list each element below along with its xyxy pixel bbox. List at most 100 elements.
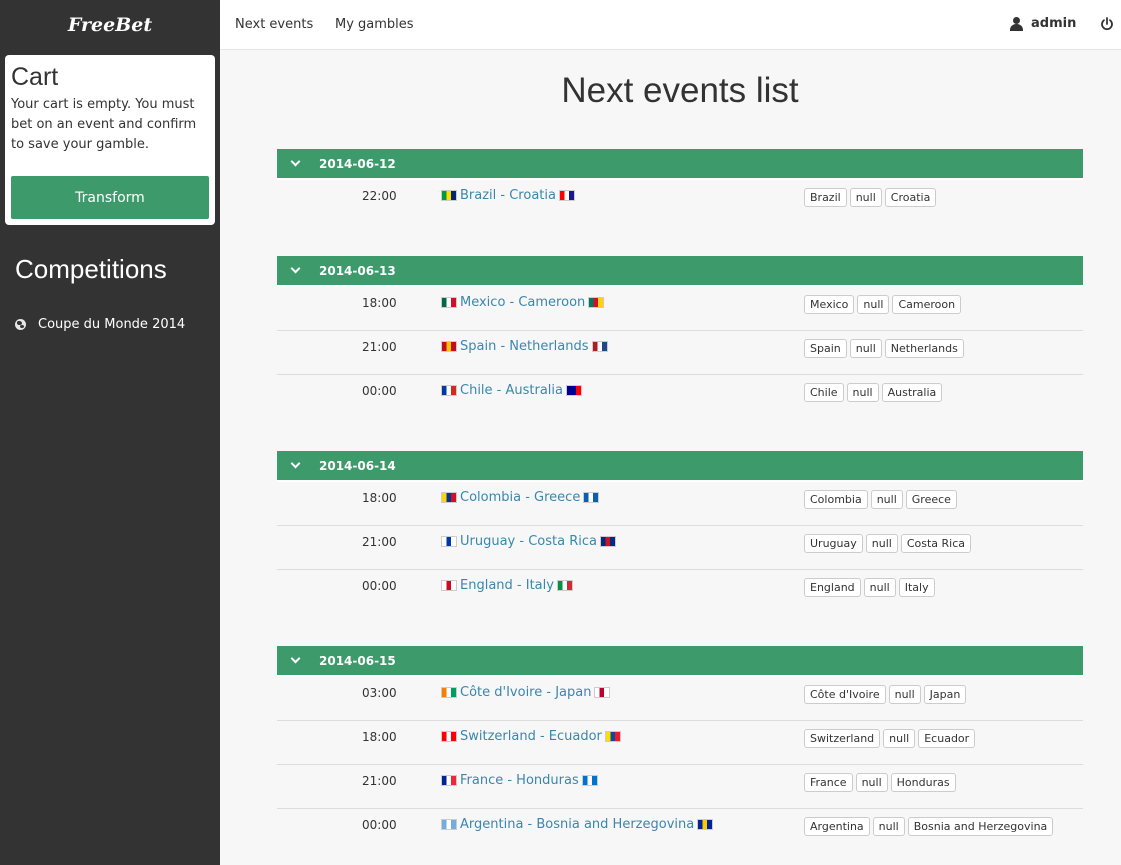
- day-header[interactable]: 2014-06-13: [277, 256, 1083, 287]
- day-header[interactable]: 2014-06-14: [277, 451, 1083, 482]
- event-match: Côte d'Ivoire - Japan: [441, 685, 611, 700]
- bet-button[interactable]: Netherlands: [884, 339, 964, 358]
- nav-my-gambles[interactable]: My gambles: [335, 17, 414, 32]
- bet-button[interactable]: null: [872, 817, 905, 836]
- match-link[interactable]: Switzerland - Ecuador: [460, 729, 602, 744]
- event-row: 22:00 Brazil - Croatia Brazil null Croatia: [277, 180, 1083, 224]
- globe-icon: [15, 319, 26, 330]
- away-flag-icon: [604, 731, 621, 742]
- bet-options: Colombia null Greece: [804, 490, 960, 509]
- home-flag-icon: [441, 775, 457, 786]
- event-time: 00:00: [362, 579, 397, 593]
- bet-options: Argentina null Bosnia and Herzegovina: [804, 817, 1056, 836]
- username: admin: [1031, 16, 1077, 31]
- match-link[interactable]: Argentina - Bosnia and Herzegovina: [460, 817, 694, 832]
- event-row: 21:00 Uruguay - Costa Rica Uruguay null Cost…: [277, 526, 1083, 570]
- bet-button[interactable]: null: [849, 188, 882, 207]
- bet-button[interactable]: null: [846, 383, 879, 402]
- cart-title: Cart: [11, 63, 59, 91]
- away-flag-icon: [583, 492, 600, 503]
- home-flag-icon: [441, 190, 457, 201]
- event-row: 00:00 Chile - Australia Chile null Australia: [277, 375, 1083, 419]
- bet-button[interactable]: Chile: [804, 383, 844, 402]
- bet-button[interactable]: Cameroon: [892, 295, 962, 314]
- away-flag-icon: [566, 385, 582, 396]
- match-link[interactable]: Colombia - Greece: [460, 490, 580, 505]
- day-header[interactable]: 2014-06-15: [277, 646, 1083, 677]
- bet-button[interactable]: Australia: [881, 383, 943, 402]
- bet-button[interactable]: null: [849, 339, 882, 358]
- bet-button[interactable]: Colombia: [804, 490, 868, 509]
- transform-button[interactable]: Transform: [11, 176, 209, 219]
- bet-button[interactable]: null: [863, 578, 896, 597]
- user-menu[interactable]: admin: [1010, 16, 1076, 31]
- top-navbar: Next events My gambles admin: [220, 0, 1121, 50]
- competition-item[interactable]: Coupe du Monde 2014: [15, 317, 185, 332]
- event-time: 03:00: [362, 686, 397, 700]
- bet-button[interactable]: France: [804, 773, 853, 792]
- chevron-down-icon: [290, 653, 301, 664]
- match-link[interactable]: Mexico - Cameroon: [460, 295, 585, 310]
- day-group: 2014-06-12 22:00 Brazil - Croatia Brazil nul…: [277, 149, 1083, 224]
- power-icon[interactable]: [1100, 17, 1114, 31]
- match-link[interactable]: Spain - Netherlands: [460, 339, 589, 354]
- bet-options: England null Italy: [804, 578, 938, 597]
- bet-button[interactable]: England: [804, 578, 861, 597]
- event-row: 18:00 Switzerland - Ecuador Switzerland nul…: [277, 721, 1083, 765]
- event-time: 22:00: [362, 189, 397, 203]
- bet-button[interactable]: Japan: [923, 685, 967, 704]
- day-date: 2014-06-13: [319, 263, 396, 278]
- page-title: Next events list: [561, 71, 799, 110]
- event-time: 21:00: [362, 535, 397, 549]
- bet-button[interactable]: Côte d'Ivoire: [804, 685, 886, 704]
- home-flag-icon: [441, 580, 457, 591]
- match-link[interactable]: Uruguay - Costa Rica: [460, 534, 597, 549]
- home-flag-icon: [441, 385, 457, 396]
- event-time: 21:00: [362, 774, 397, 788]
- bet-button[interactable]: null: [883, 729, 916, 748]
- bet-options: Spain null Netherlands: [804, 339, 967, 358]
- away-flag-icon: [697, 819, 714, 830]
- nav-next-events[interactable]: Next events: [235, 17, 313, 32]
- bet-button[interactable]: Brazil: [804, 188, 847, 207]
- bet-button[interactable]: Italy: [898, 578, 935, 597]
- bet-button[interactable]: Uruguay: [804, 534, 863, 553]
- match-link[interactable]: England - Italy: [460, 578, 554, 593]
- bet-button[interactable]: null: [855, 773, 888, 792]
- event-row: 18:00 Mexico - Cameroon Mexico null Cameroon: [277, 287, 1083, 331]
- bet-button[interactable]: Switzerland: [804, 729, 881, 748]
- day-header[interactable]: 2014-06-12: [277, 149, 1083, 180]
- day-date: 2014-06-12: [319, 156, 396, 171]
- bet-button[interactable]: Costa Rica: [900, 534, 971, 553]
- match-link[interactable]: Brazil - Croatia: [460, 188, 556, 203]
- event-match: Uruguay - Costa Rica: [441, 534, 616, 549]
- bet-button[interactable]: Greece: [905, 490, 957, 509]
- brand-logo[interactable]: FreeBet: [0, 0, 220, 50]
- event-match: Mexico - Cameroon: [441, 295, 605, 310]
- away-flag-icon: [588, 297, 605, 308]
- match-link[interactable]: Côte d'Ivoire - Japan: [460, 685, 591, 700]
- bet-button[interactable]: Ecuador: [918, 729, 976, 748]
- match-link[interactable]: Chile - Australia: [460, 383, 563, 398]
- bet-options: Switzerland null Ecuador: [804, 729, 978, 748]
- bet-button[interactable]: null: [888, 685, 921, 704]
- bet-button[interactable]: Spain: [804, 339, 847, 358]
- away-flag-icon: [581, 775, 598, 786]
- event-match: Colombia - Greece: [441, 490, 600, 505]
- match-link[interactable]: France - Honduras: [460, 773, 579, 788]
- bet-button[interactable]: Argentina: [804, 817, 870, 836]
- bet-button[interactable]: Honduras: [890, 773, 956, 792]
- bet-button[interactable]: null: [865, 534, 898, 553]
- bet-button[interactable]: null: [870, 490, 903, 509]
- event-time: 18:00: [362, 491, 397, 505]
- day-date: 2014-06-14: [319, 458, 396, 473]
- event-time: 21:00: [362, 340, 397, 354]
- home-flag-icon: [441, 819, 457, 830]
- event-time: 18:00: [362, 730, 397, 744]
- bet-button[interactable]: Mexico: [804, 295, 855, 314]
- bet-button[interactable]: null: [857, 295, 890, 314]
- bet-button[interactable]: Bosnia and Herzegovina: [907, 817, 1054, 836]
- event-time: 00:00: [362, 384, 397, 398]
- bet-button[interactable]: Croatia: [884, 188, 937, 207]
- bet-options: Uruguay null Costa Rica: [804, 534, 974, 553]
